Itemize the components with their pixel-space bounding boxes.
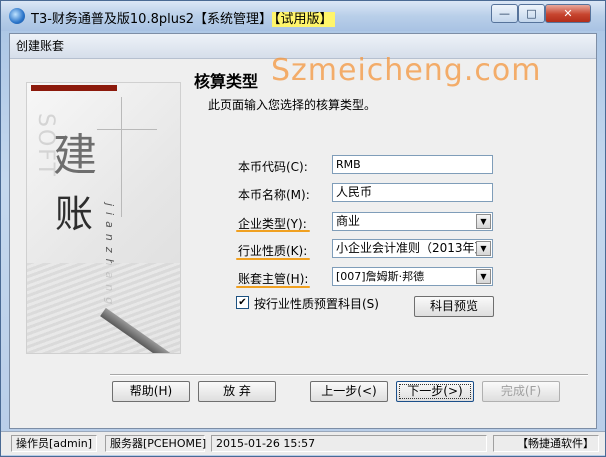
chevron-down-icon[interactable]: ▼ — [476, 269, 491, 284]
currency-code-label: 本币代码(C): — [238, 160, 308, 174]
status-company: 【畅捷通软件】 — [493, 435, 599, 452]
account-supervisor-select[interactable]: [007]詹姆斯·邦德 ▼ — [332, 267, 493, 286]
app-logo-icon — [9, 8, 25, 24]
abandon-button[interactable]: 放 弃 — [198, 381, 276, 402]
preset-subjects-checkbox[interactable]: ✔ — [236, 296, 249, 309]
currency-name-input[interactable]: 人民币 — [332, 183, 493, 202]
chevron-down-icon[interactable]: ▼ — [476, 214, 491, 229]
main-window: T3-财务通普及版10.8plus2【系统管理】 【试用版】 — □ ✕ 创建账套… — [0, 0, 606, 457]
minimize-button[interactable]: — — [491, 4, 518, 23]
side-char-jian: 建 — [53, 130, 97, 181]
create-account-dialog: 创建账套 SOFT 建 账 jianzhang 核算类型 此页面输入您选择的核算… — [9, 33, 597, 429]
maximize-button[interactable]: □ — [518, 4, 545, 23]
side-line — [97, 129, 157, 130]
window-title-trial-badge: 【试用版】 — [272, 12, 335, 27]
window-title-main: T3-财务通普及版10.8plus2【系统管理】 — [31, 12, 272, 27]
status-server: 服务器[PCEHOME] — [105, 435, 206, 452]
previous-button[interactable]: 上一步(<) — [310, 381, 388, 402]
enterprise-type-underline — [236, 230, 310, 232]
side-line — [121, 97, 122, 217]
status-datetime: 2015-01-26 15:57 — [211, 435, 487, 452]
enterprise-type-select[interactable]: 商业 ▼ — [332, 212, 493, 231]
section-description: 此页面输入您选择的核算类型。 — [208, 98, 377, 112]
account-supervisor-underline — [236, 286, 310, 288]
side-decoration-image: SOFT 建 账 jianzhang — [26, 82, 181, 354]
account-supervisor-value: [007]詹姆斯·邦德 — [336, 270, 425, 283]
preview-subjects-button[interactable]: 科目预览 — [414, 296, 494, 317]
section-title: 核算类型 — [194, 72, 259, 91]
finish-button[interactable]: 完成(F) — [482, 381, 560, 402]
industry-nature-select[interactable]: 小企业会计准则（2013年） ▼ — [332, 239, 493, 258]
status-operator: 操作员[admin] — [11, 435, 97, 452]
footer-divider — [110, 374, 588, 376]
side-char-zhang: 账 — [55, 192, 94, 236]
watermark-text: Szmeicheng.com — [271, 53, 542, 88]
side-red-bar — [31, 85, 117, 91]
industry-nature-value: 小企业会计准则（2013年） — [336, 241, 487, 255]
side-paper-texture — [27, 263, 180, 353]
next-button[interactable]: 下一步(>) — [396, 381, 474, 402]
chevron-down-icon[interactable]: ▼ — [476, 241, 491, 256]
status-bar: 操作员[admin] 服务器[PCEHOME] 2015-01-26 15:57… — [1, 431, 605, 455]
currency-name-label: 本币名称(M): — [238, 188, 310, 202]
account-supervisor-label: 账套主管(H): — [238, 272, 309, 286]
industry-nature-underline — [236, 258, 310, 260]
preset-subjects-label[interactable]: 按行业性质预置科目(S) — [254, 295, 379, 312]
industry-nature-label: 行业性质(K): — [238, 244, 308, 258]
window-title: T3-财务通普及版10.8plus2【系统管理】 【试用版】 — [31, 8, 335, 27]
close-button[interactable]: ✕ — [545, 4, 591, 23]
help-button[interactable]: 帮助(H) — [112, 381, 190, 402]
currency-code-input[interactable]: RMB — [332, 155, 493, 174]
enterprise-type-value: 商业 — [336, 214, 361, 228]
title-bar: T3-财务通普及版10.8plus2【系统管理】 【试用版】 — □ ✕ — [1, 1, 605, 31]
